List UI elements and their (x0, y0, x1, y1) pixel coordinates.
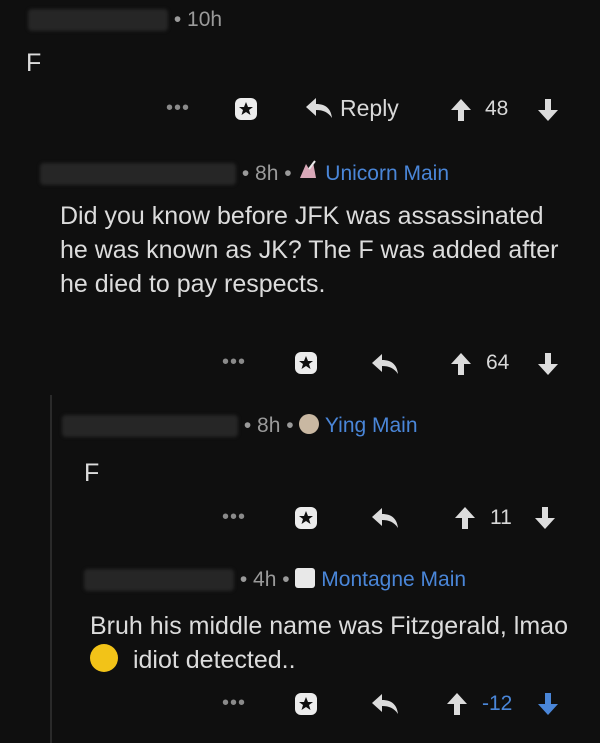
upvote-icon[interactable] (450, 98, 472, 122)
comment-4-body: Bruh his middle name was Fitzgerald, lma… (90, 609, 580, 677)
meta-dot: • (243, 414, 252, 437)
reply-button[interactable]: Reply (304, 88, 399, 128)
comment-4-text-part1: Bruh his middle name was Fitzgerald, lma… (90, 612, 568, 640)
comment-4-text-part2: idiot detected.. (132, 646, 296, 674)
downvote-icon[interactable] (537, 98, 559, 122)
reply-icon (304, 96, 334, 120)
more-options-icon[interactable]: ••• (222, 506, 246, 529)
user-flair[interactable]: Ying Main (325, 414, 418, 437)
reply-icon[interactable] (370, 692, 400, 716)
montagne-flair-icon (295, 568, 316, 589)
meta-dot: • (173, 8, 182, 31)
comment-time: 8h (255, 162, 279, 185)
downvote-icon[interactable] (537, 352, 559, 376)
laughing-emoji-icon (90, 644, 118, 673)
user-flair[interactable]: Montagne Main (321, 568, 466, 591)
meta-dot: • (239, 568, 248, 591)
comment-2-body: Did you know before JFK was assassinated… (60, 202, 559, 298)
save-icon[interactable] (292, 504, 320, 532)
thread-line (50, 395, 52, 743)
comment-4-meta: • 4h • Montagne Main (84, 568, 466, 592)
meta-dot: • (282, 568, 290, 591)
meta-dot: • (241, 162, 250, 185)
downvote-icon[interactable] (534, 506, 556, 530)
reply-icon[interactable] (370, 352, 400, 376)
comment-2-actions: ••• (222, 342, 246, 382)
comment-time: 4h (253, 568, 277, 591)
unicorn-flair-icon (297, 160, 319, 180)
downvote-icon-active[interactable] (537, 692, 559, 716)
upvote-icon[interactable] (446, 692, 468, 716)
vote-score: 48 (485, 97, 509, 120)
save-icon[interactable] (232, 95, 260, 123)
redacted-username (62, 415, 238, 438)
comment-1-meta: • 10h (28, 8, 222, 32)
vote-score: 64 (486, 351, 510, 374)
ying-flair-icon (299, 414, 320, 435)
comment-time: 8h (257, 414, 281, 437)
comment-4-actions: ••• (222, 683, 246, 723)
comment-time: 10h (187, 8, 223, 31)
reply-label: Reply (340, 94, 399, 121)
comment-2-meta: • 8h • Unicorn Main (40, 160, 449, 186)
comment-3-actions: ••• (222, 497, 246, 537)
comment-1-body: F (26, 49, 42, 77)
redacted-username (84, 569, 234, 592)
comment-3-meta: • 8h • Ying Main (62, 414, 418, 438)
vote-score: -12 (482, 692, 513, 715)
more-options-icon[interactable]: ••• (222, 351, 246, 374)
vote-score: 11 (490, 506, 512, 529)
comment-3-body: F (84, 459, 100, 487)
more-options-icon[interactable]: ••• (222, 692, 246, 715)
comment-1-actions: ••• (166, 88, 190, 128)
upvote-icon[interactable] (454, 506, 476, 530)
user-flair[interactable]: Unicorn Main (325, 162, 449, 185)
save-icon[interactable] (292, 690, 320, 718)
upvote-icon[interactable] (450, 352, 472, 376)
reply-icon[interactable] (370, 506, 400, 530)
meta-dot: • (286, 414, 294, 437)
redacted-username (28, 9, 168, 32)
more-options-icon[interactable]: ••• (166, 97, 190, 120)
redacted-username (40, 163, 236, 186)
meta-dot: • (284, 162, 292, 185)
save-icon[interactable] (292, 349, 320, 377)
